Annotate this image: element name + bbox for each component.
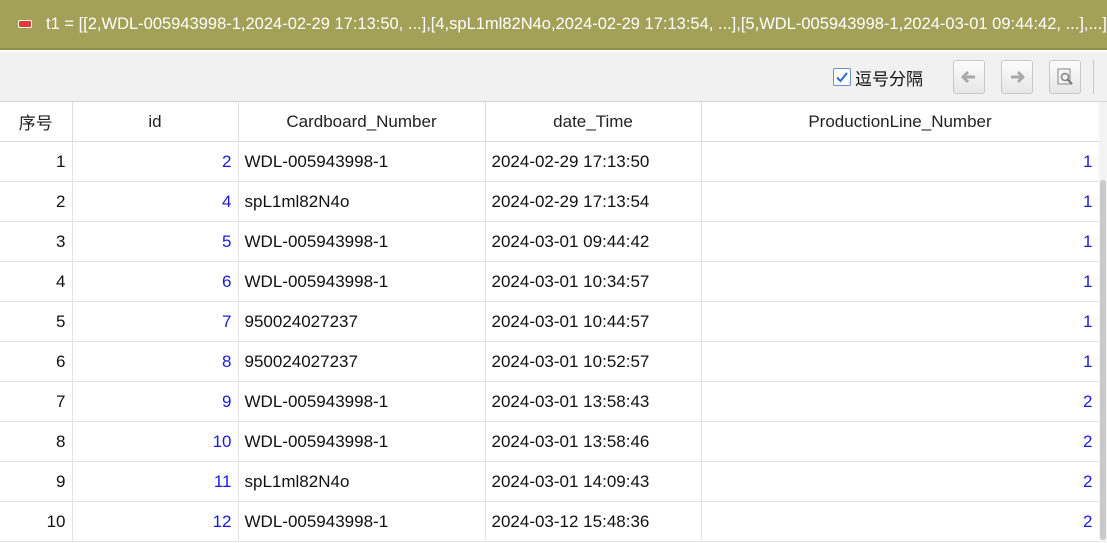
table-row[interactable]: 8 10 WDL-005943998-1 2024-03-01 13:58:46 2 [0,421,1099,462]
table-row[interactable]: 5 7 950024027237 2024-03-01 10:44:57 1 [0,301,1099,342]
production-line-cell[interactable]: 2 [701,461,1099,502]
id-cell[interactable]: 4 [72,181,239,222]
vertical-scrollbar[interactable] [1099,102,1107,543]
cardboard-number-cell[interactable]: spL1ml82N4o [238,461,486,502]
id-cell[interactable]: 8 [72,341,239,382]
id-cell[interactable]: 12 [72,501,239,542]
cardboard-number-cell[interactable]: WDL-005943998-1 [238,501,486,542]
comma-label: 逗号分隔 [855,69,923,89]
cardboard-number-cell[interactable]: WDL-005943998-1 [238,381,486,422]
variable-title-bar: t1 = [[2,WDL-005943998-1,2024-02-29 17:1… [0,0,1107,50]
date-time-cell[interactable]: 2024-03-01 10:44:57 [485,301,702,342]
row-index-cell[interactable]: 10 [0,501,73,542]
data-grid[interactable]: 序号 id Cardboard_Number date_Time Product… [0,102,1099,543]
column-header-seq[interactable]: 序号 [0,102,73,142]
collapse-icon[interactable] [18,20,32,28]
column-header-cardboard-number[interactable]: Cardboard_Number [238,102,486,142]
production-line-cell[interactable]: 1 [701,261,1099,302]
table-row[interactable]: 2 4 spL1ml82N4o 2024-02-29 17:13:54 1 [0,181,1099,222]
table-row[interactable]: 4 6 WDL-005943998-1 2024-03-01 10:34:57 1 [0,261,1099,302]
id-cell[interactable]: 9 [72,381,239,422]
cardboard-number-cell[interactable]: WDL-005943998-1 [238,261,486,302]
column-header-id[interactable]: id [72,102,239,142]
date-time-cell[interactable]: 2024-03-01 13:58:43 [485,381,702,422]
cardboard-number-cell[interactable]: 950024027237 [238,301,486,342]
date-time-cell[interactable]: 2024-03-12 15:48:36 [485,501,702,542]
scrollbar-thumb[interactable] [1100,180,1106,540]
production-line-cell[interactable]: 1 [701,141,1099,182]
table-row[interactable]: 7 9 WDL-005943998-1 2024-03-01 13:58:43 2 [0,381,1099,422]
forward-button[interactable] [1001,60,1033,94]
preview-button[interactable] [1049,60,1081,94]
production-line-cell[interactable]: 1 [701,221,1099,262]
comma-checkbox[interactable] [833,68,851,86]
comma-separated-toggle[interactable]: 逗号分隔 [833,64,923,90]
toolbar: 逗号分隔 [0,52,1107,102]
table-row[interactable]: 10 12 WDL-005943998-1 2024-03-12 15:48:36 2 [0,501,1099,542]
production-line-cell[interactable]: 1 [701,181,1099,222]
row-index-cell[interactable]: 6 [0,341,73,382]
header-row: 序号 id Cardboard_Number date_Time Product… [0,102,1099,142]
date-time-cell[interactable]: 2024-03-01 10:52:57 [485,341,702,382]
table-row[interactable]: 6 8 950024027237 2024-03-01 10:52:57 1 [0,341,1099,382]
row-index-cell[interactable]: 8 [0,421,73,462]
row-index-cell[interactable]: 1 [0,141,73,182]
table-row[interactable]: 9 11 spL1ml82N4o 2024-03-01 14:09:43 2 [0,461,1099,502]
arrow-left-icon [961,70,975,84]
production-line-cell[interactable]: 1 [701,301,1099,342]
column-header-date-time[interactable]: date_Time [485,102,702,142]
cardboard-number-cell[interactable]: spL1ml82N4o [238,181,486,222]
row-index-cell[interactable]: 7 [0,381,73,422]
id-cell[interactable]: 2 [72,141,239,182]
toolbar-divider [1093,60,1098,94]
row-index-cell[interactable]: 9 [0,461,73,502]
row-index-cell[interactable]: 5 [0,301,73,342]
production-line-cell[interactable]: 2 [701,421,1099,462]
preview-icon [1057,68,1073,85]
id-cell[interactable]: 5 [72,221,239,262]
variable-title: t1 = [[2,WDL-005943998-1,2024-02-29 17:1… [46,14,1107,33]
date-time-cell[interactable]: 2024-02-29 17:13:50 [485,141,702,182]
date-time-cell[interactable]: 2024-03-01 10:34:57 [485,261,702,302]
cardboard-number-cell[interactable]: 950024027237 [238,341,486,382]
row-index-cell[interactable]: 4 [0,261,73,302]
id-cell[interactable]: 6 [72,261,239,302]
arrow-right-icon [1011,70,1025,84]
column-header-production-line[interactable]: ProductionLine_Number [701,102,1099,142]
checkmark-icon [836,72,848,83]
cardboard-number-cell[interactable]: WDL-005943998-1 [238,221,486,262]
row-index-cell[interactable]: 3 [0,221,73,262]
id-cell[interactable]: 10 [72,421,239,462]
id-cell[interactable]: 7 [72,301,239,342]
table-row[interactable]: 3 5 WDL-005943998-1 2024-03-01 09:44:42 1 [0,221,1099,262]
production-line-cell[interactable]: 1 [701,341,1099,382]
back-button[interactable] [953,60,985,94]
date-time-cell[interactable]: 2024-02-29 17:13:54 [485,181,702,222]
date-time-cell[interactable]: 2024-03-01 09:44:42 [485,221,702,262]
date-time-cell[interactable]: 2024-03-01 14:09:43 [485,461,702,502]
production-line-cell[interactable]: 2 [701,501,1099,542]
id-cell[interactable]: 11 [72,461,239,502]
date-time-cell[interactable]: 2024-03-01 13:58:46 [485,421,702,462]
cardboard-number-cell[interactable]: WDL-005943998-1 [238,141,486,182]
production-line-cell[interactable]: 2 [701,381,1099,422]
cardboard-number-cell[interactable]: WDL-005943998-1 [238,421,486,462]
row-index-cell[interactable]: 2 [0,181,73,222]
table-row[interactable]: 1 2 WDL-005943998-1 2024-02-29 17:13:50 1 [0,141,1099,182]
